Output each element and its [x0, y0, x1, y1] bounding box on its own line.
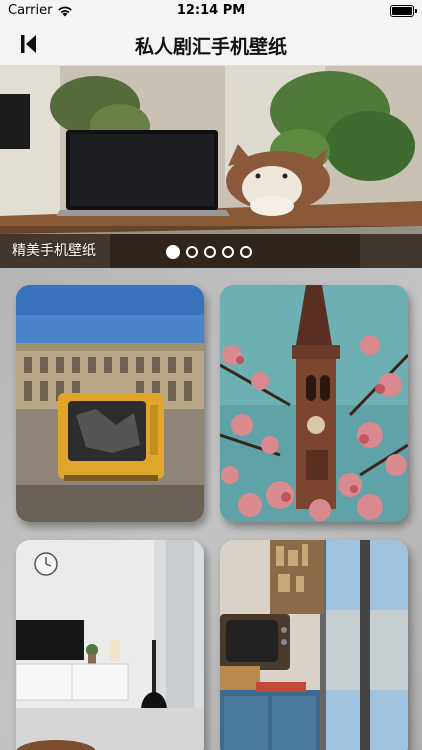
- carousel-dot[interactable]: [186, 246, 198, 258]
- status-bar: Carrier 12:14 PM: [0, 0, 422, 22]
- wallpaper-grid: [0, 268, 422, 750]
- wallpaper-thumbnail: [16, 540, 204, 750]
- wallpaper-thumbnail: [220, 285, 408, 522]
- wallpaper-card[interactable]: [220, 540, 408, 750]
- banner-carousel[interactable]: 精美手机壁纸: [0, 66, 422, 268]
- nav-bar: 私人剧汇手机壁纸: [0, 22, 422, 66]
- carousel-dot[interactable]: [222, 246, 234, 258]
- carousel-dot[interactable]: [204, 246, 216, 258]
- wallpaper-thumbnail: [220, 540, 408, 750]
- carousel-dot[interactable]: [166, 245, 180, 259]
- status-time: 12:14 PM: [176, 3, 246, 18]
- wallpaper-card[interactable]: [220, 285, 408, 522]
- wallpaper-thumbnail: [16, 285, 204, 522]
- carousel-dot[interactable]: [240, 246, 252, 258]
- wallpaper-card[interactable]: [16, 285, 204, 522]
- banner-caption: 精美手机壁纸: [12, 243, 96, 259]
- page-title: 私人剧汇手机壁纸: [134, 36, 287, 58]
- carousel-page-indicator[interactable]: [166, 245, 252, 259]
- wallpaper-card[interactable]: [16, 540, 204, 750]
- battery-icon: [390, 5, 417, 17]
- banner-image: [0, 66, 422, 268]
